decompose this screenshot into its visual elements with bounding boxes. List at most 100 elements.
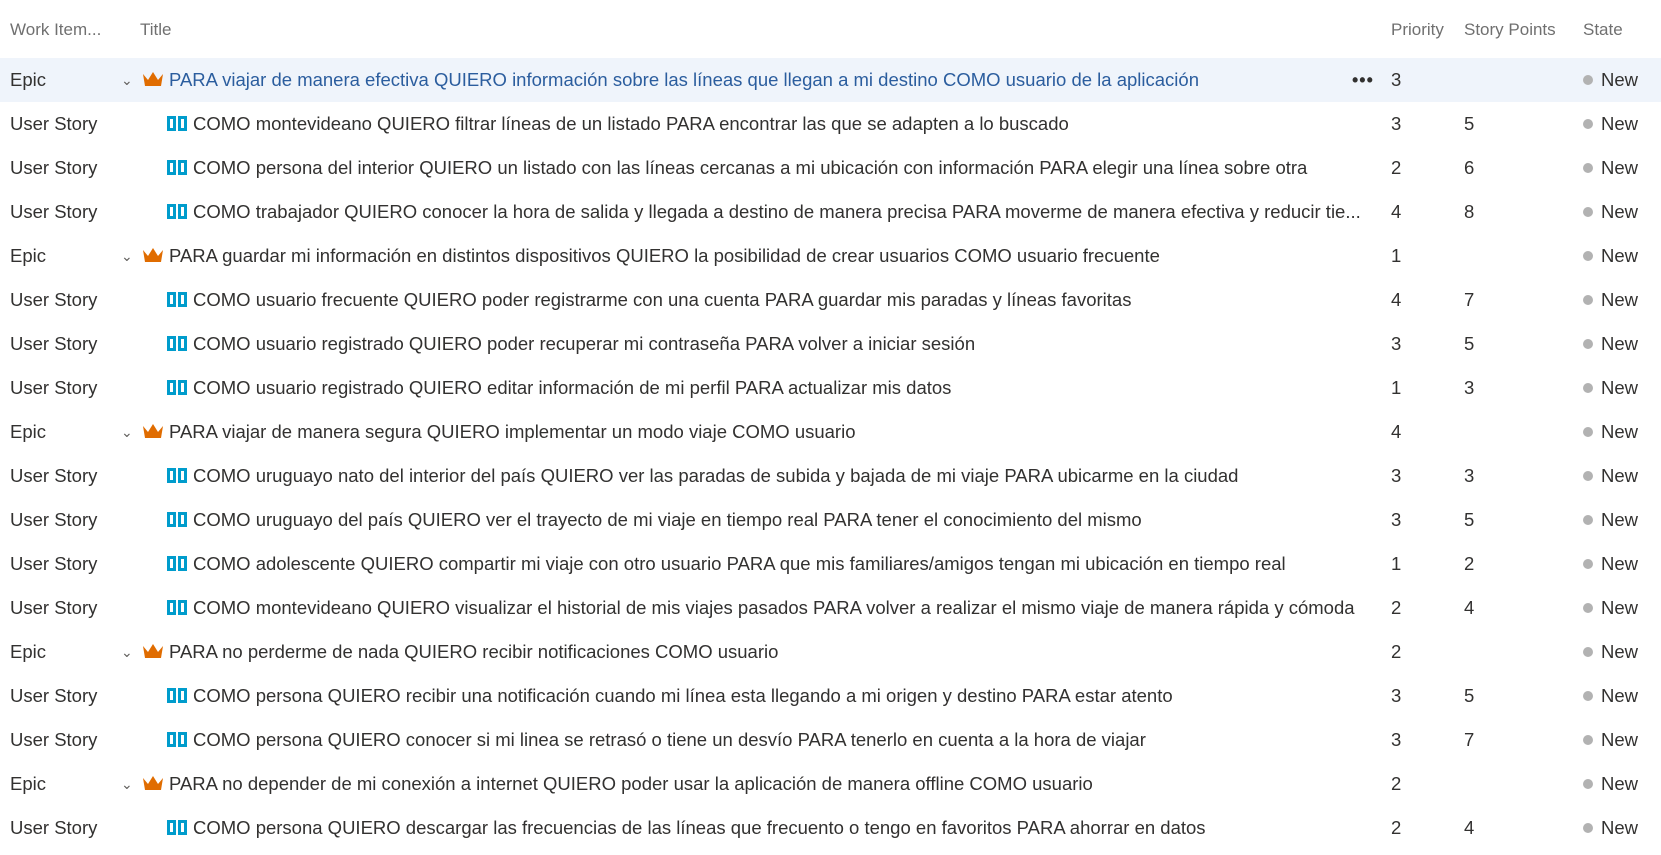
more-actions-icon[interactable]: ••• (1352, 58, 1374, 102)
priority-value: 3 (1391, 729, 1402, 750)
user-story-row[interactable]: User Story COMO uruguayo del país QUIERO … (0, 498, 1661, 542)
epic-row[interactable]: Epic ⌄ PARA viajar de manera efectiva QUIE… (0, 58, 1661, 102)
state-dot-icon (1583, 383, 1593, 393)
user-story-row[interactable]: User Story COMO trabajador QUIERO conocer… (0, 190, 1661, 234)
collapse-chevron-icon[interactable]: ⌄ (121, 234, 135, 278)
work-item-type: Epic (10, 245, 46, 266)
state-cell: New (1583, 102, 1638, 146)
user-story-row[interactable]: User Story COMO usuario registrado QUIERO… (0, 366, 1661, 410)
book-icon (166, 599, 188, 616)
priority-value: 3 (1391, 509, 1402, 530)
book-icon (166, 115, 188, 132)
work-item-title-link[interactable]: COMO usuario frecuente QUIERO poder regi… (193, 278, 1373, 322)
user-story-row[interactable]: User Story COMO persona QUIERO recibir un… (0, 674, 1661, 718)
state-value: New (1601, 157, 1639, 178)
epic-row[interactable]: Epic ⌄ PARA no perderme de nada QUIERO rec… (0, 630, 1661, 674)
priority-value: 2 (1391, 157, 1402, 178)
user-story-row[interactable]: User Story COMO persona QUIERO descargar … (0, 806, 1661, 850)
work-item-title-link[interactable]: COMO montevideano QUIERO visualizar el h… (193, 586, 1373, 630)
state-cell: New (1583, 674, 1638, 718)
collapse-chevron-icon[interactable]: ⌄ (121, 762, 135, 806)
story-points-value: 5 (1464, 333, 1475, 354)
work-item-title-link[interactable]: PARA viajar de manera segura QUIERO impl… (169, 410, 1329, 454)
work-item-title-link[interactable]: COMO persona QUIERO conocer si mi linea … (193, 718, 1373, 762)
work-item-title-link[interactable]: COMO persona QUIERO descargar las frecue… (193, 806, 1373, 850)
state-cell: New (1583, 498, 1638, 542)
work-item-title-link[interactable]: COMO usuario registrado QUIERO poder rec… (193, 322, 1373, 366)
book-icon (166, 379, 188, 396)
priority-value: 3 (1391, 685, 1402, 706)
work-item-title-link[interactable]: PARA no perderme de nada QUIERO recibir … (169, 630, 1329, 674)
user-story-row[interactable]: User Story COMO persona QUIERO conocer si… (0, 718, 1661, 762)
work-item-type: User Story (10, 377, 98, 398)
work-item-type: Epic (10, 773, 46, 794)
book-icon (166, 291, 188, 308)
state-dot-icon (1583, 163, 1593, 173)
work-item-type: User Story (10, 157, 98, 178)
column-header-state[interactable]: State (1583, 20, 1623, 40)
state-cell: New (1583, 190, 1638, 234)
user-story-row[interactable]: User Story COMO adolescente QUIERO compar… (0, 542, 1661, 586)
work-item-type: Epic (10, 641, 46, 662)
epic-row[interactable]: Epic ⌄ PARA no depender de mi conexión a i… (0, 762, 1661, 806)
work-item-title-link[interactable]: PARA viajar de manera efectiva QUIERO in… (169, 58, 1329, 102)
work-item-type: User Story (10, 289, 98, 310)
work-item-title-link[interactable]: COMO montevideano QUIERO filtrar líneas … (193, 102, 1373, 146)
column-header-story-points[interactable]: Story Points (1464, 20, 1556, 40)
work-item-title-link[interactable]: PARA guardar mi información en distintos… (169, 234, 1329, 278)
state-dot-icon (1583, 647, 1593, 657)
state-cell: New (1583, 234, 1638, 278)
work-item-title-link[interactable]: COMO uruguayo nato del interior del país… (193, 454, 1373, 498)
state-cell: New (1583, 58, 1638, 102)
work-item-title-link[interactable]: PARA no depender de mi conexión a intern… (169, 762, 1329, 806)
state-cell: New (1583, 542, 1638, 586)
work-item-title-link[interactable]: COMO persona del interior QUIERO un list… (193, 146, 1373, 190)
crown-icon (142, 422, 164, 440)
user-story-row[interactable]: User Story COMO persona del interior QUIE… (0, 146, 1661, 190)
work-item-type: Epic (10, 69, 46, 90)
work-item-type: User Story (10, 729, 98, 750)
story-points-value: 4 (1464, 597, 1475, 618)
user-story-row[interactable]: User Story COMO uruguayo nato del interio… (0, 454, 1661, 498)
work-item-title-link[interactable]: COMO uruguayo del país QUIERO ver el tra… (193, 498, 1373, 542)
priority-value: 1 (1391, 377, 1402, 398)
grid-header: Work Item... Title Priority Story Points… (0, 0, 1661, 58)
state-dot-icon (1583, 295, 1593, 305)
state-cell: New (1583, 630, 1638, 674)
column-header-priority[interactable]: Priority (1391, 20, 1444, 40)
work-item-type: User Story (10, 685, 98, 706)
work-item-title-link[interactable]: COMO adolescente QUIERO compartir mi via… (193, 542, 1373, 586)
column-header-work-item-type[interactable]: Work Item... (10, 20, 101, 40)
book-icon (166, 159, 188, 176)
story-points-value: 7 (1464, 729, 1475, 750)
story-points-value: 5 (1464, 685, 1475, 706)
state-dot-icon (1583, 603, 1593, 613)
priority-value: 2 (1391, 773, 1402, 794)
epic-row[interactable]: Epic ⌄ PARA guardar mi información en dist… (0, 234, 1661, 278)
user-story-row[interactable]: User Story COMO usuario frecuente QUIERO … (0, 278, 1661, 322)
story-points-value: 4 (1464, 817, 1475, 838)
work-item-title-link[interactable]: COMO persona QUIERO recibir una notifica… (193, 674, 1373, 718)
work-item-title-link[interactable]: COMO usuario registrado QUIERO editar in… (193, 366, 1373, 410)
priority-value: 4 (1391, 289, 1402, 310)
user-story-row[interactable]: User Story COMO usuario registrado QUIERO… (0, 322, 1661, 366)
grid-rows: Epic ⌄ PARA viajar de manera efectiva QUIE… (0, 58, 1661, 850)
story-points-value: 3 (1464, 465, 1475, 486)
work-item-title-link[interactable]: COMO trabajador QUIERO conocer la hora d… (193, 190, 1373, 234)
state-value: New (1601, 289, 1639, 310)
state-dot-icon (1583, 691, 1593, 701)
collapse-chevron-icon[interactable]: ⌄ (121, 410, 135, 454)
book-icon (166, 203, 188, 220)
column-header-title[interactable]: Title (140, 20, 172, 40)
story-points-value: 5 (1464, 113, 1475, 134)
state-cell: New (1583, 146, 1638, 190)
user-story-row[interactable]: User Story COMO montevideano QUIERO visua… (0, 586, 1661, 630)
state-value: New (1601, 641, 1639, 662)
collapse-chevron-icon[interactable]: ⌄ (121, 58, 135, 102)
collapse-chevron-icon[interactable]: ⌄ (121, 630, 135, 674)
user-story-row[interactable]: User Story COMO montevideano QUIERO filtr… (0, 102, 1661, 146)
state-value: New (1601, 685, 1639, 706)
book-icon (166, 335, 188, 352)
epic-row[interactable]: Epic ⌄ PARA viajar de manera segura QUIERO… (0, 410, 1661, 454)
state-value: New (1601, 113, 1639, 134)
